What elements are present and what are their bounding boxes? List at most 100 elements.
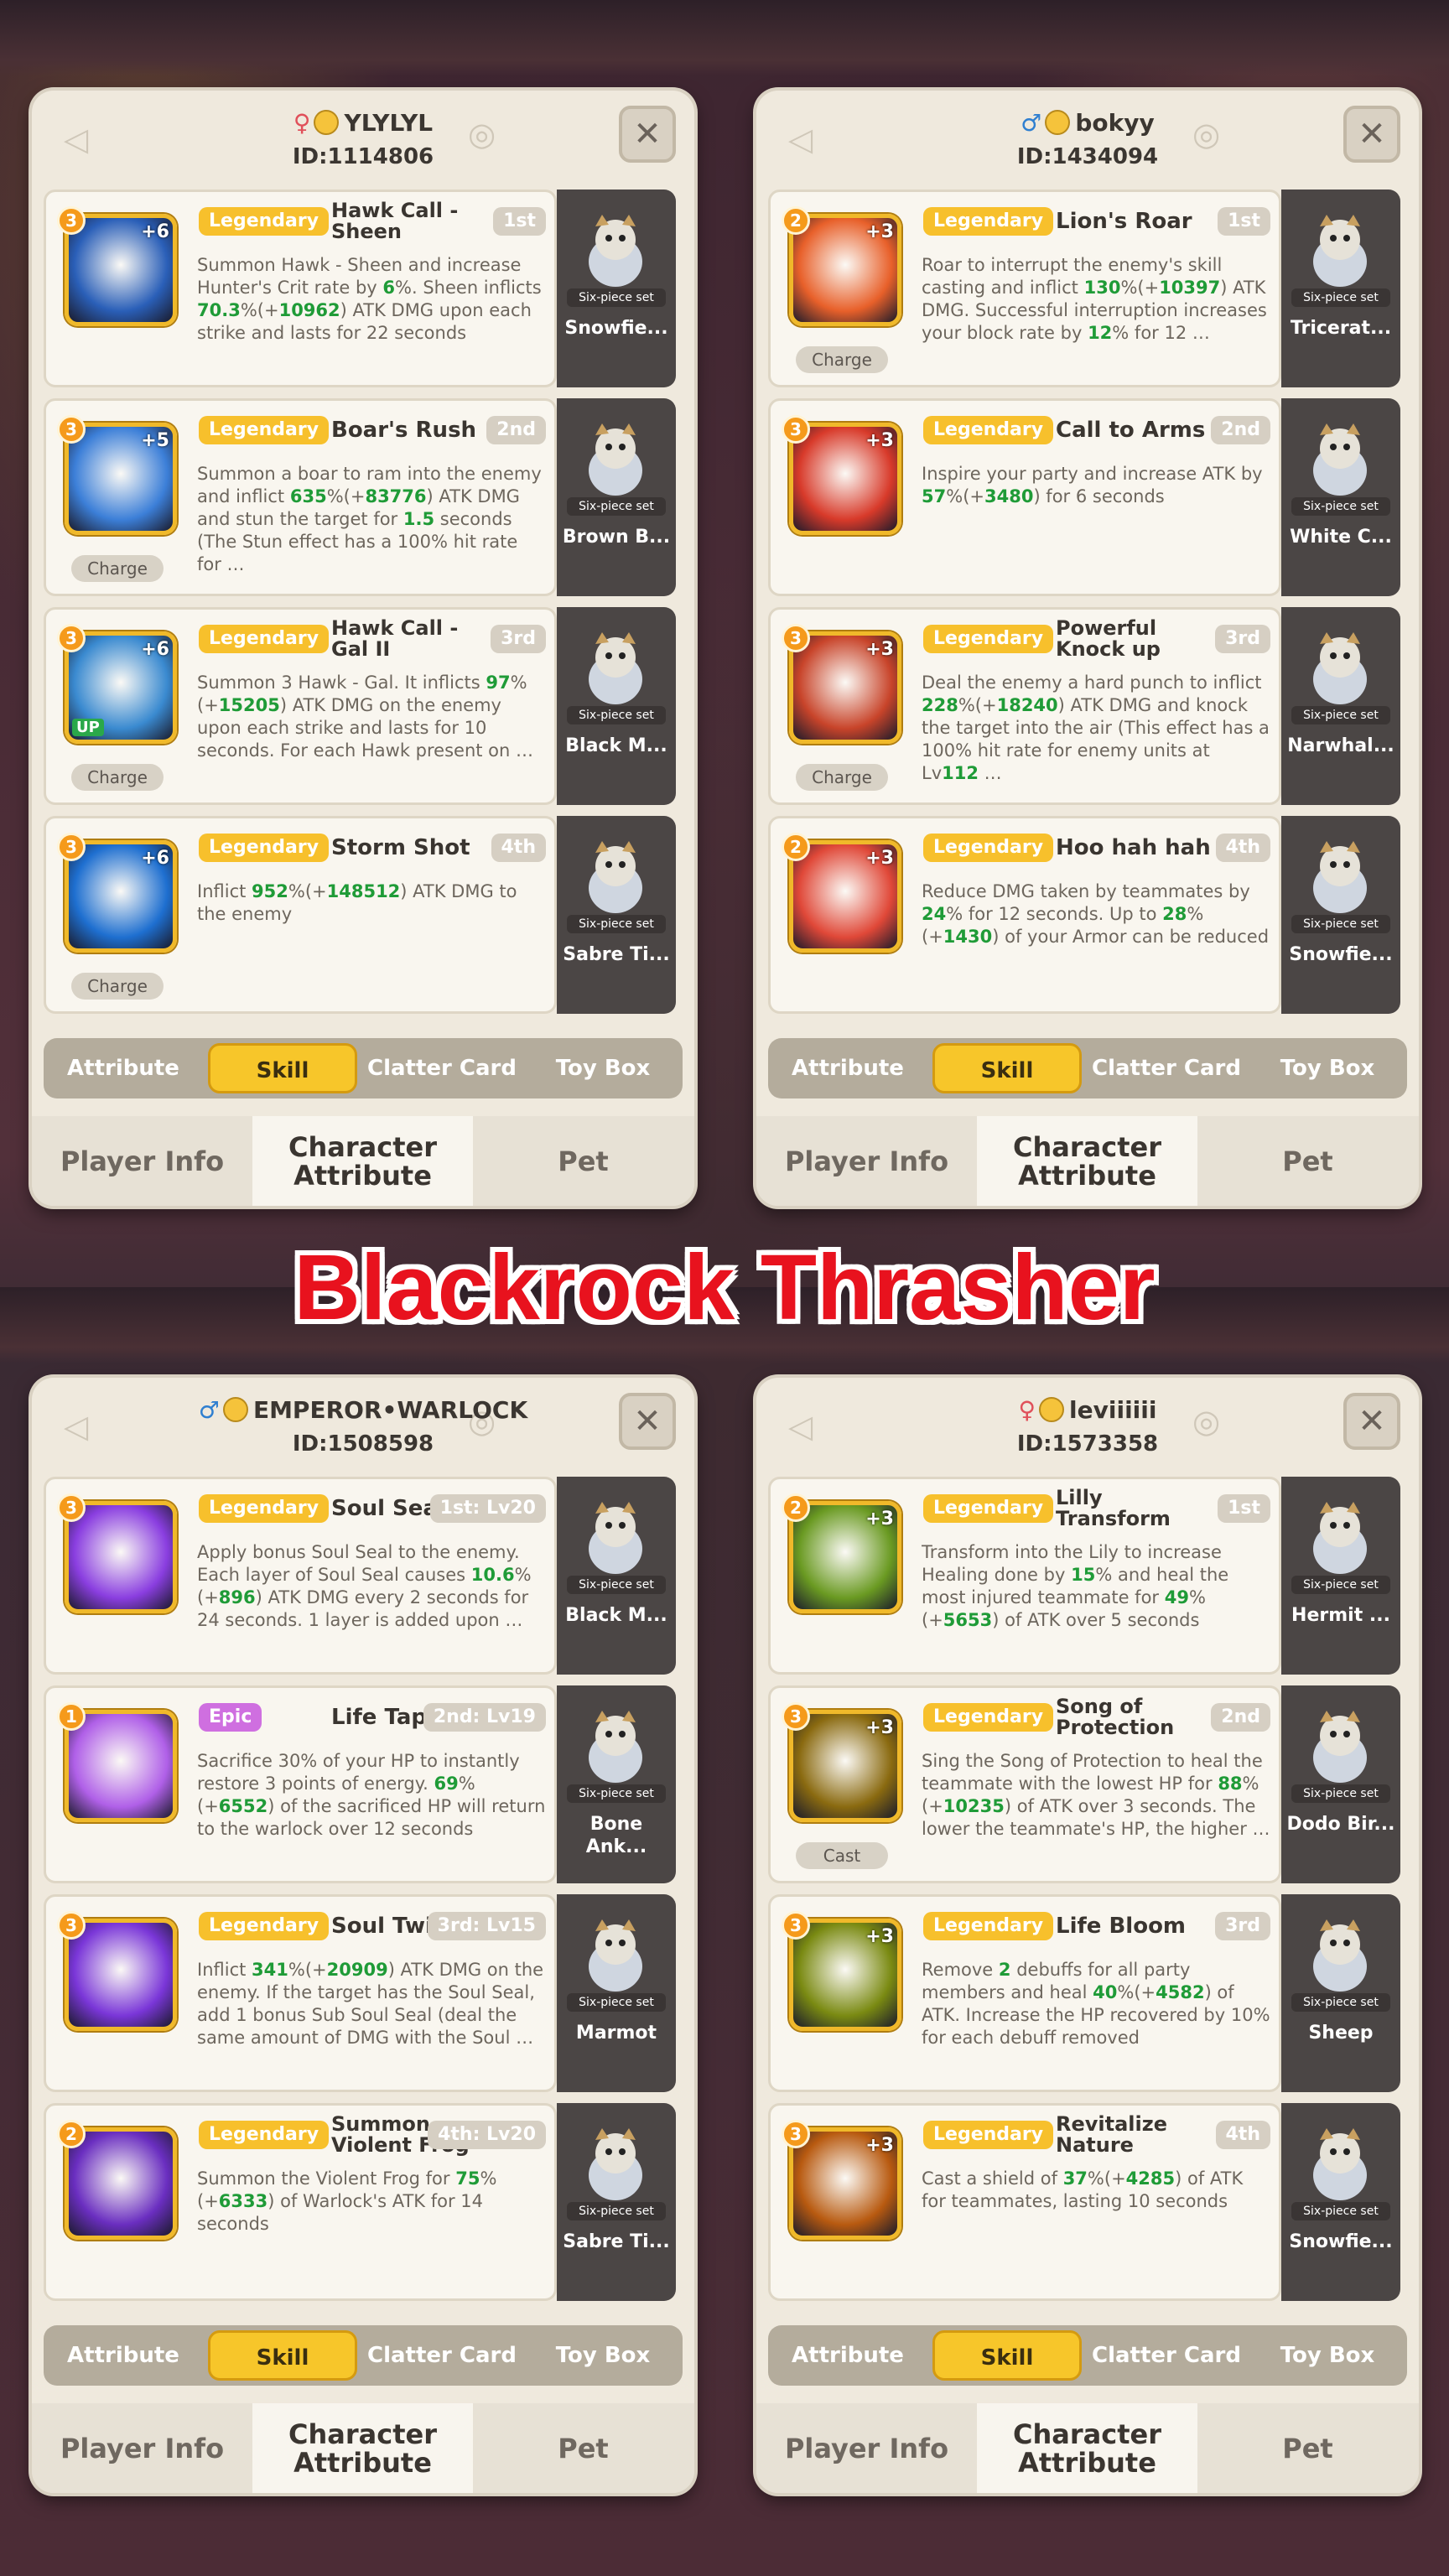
pet-slot[interactable]: Six-piece set White C... — [1281, 398, 1400, 596]
skill-card[interactable]: 2 +3 Legendary Hoo hah hah 4th Reduce DM… — [768, 816, 1281, 1014]
skill-row[interactable]: 2 +3 Legendary Hoo hah hah 4th Reduce DM… — [768, 816, 1407, 1014]
tab-skill[interactable]: Skill — [932, 2330, 1082, 2381]
skill-row[interactable]: 3 +3 Legendary Life Bloom 3rd Remove 2 d… — [768, 1894, 1407, 2092]
desc-text: Deal the enemy a hard punch to inflict — [922, 673, 1262, 693]
skill-card[interactable]: 3 +3 Legendary Call to Arms 2nd Inspire … — [768, 398, 1281, 596]
tab-player-info[interactable]: Player Info — [756, 1116, 977, 1206]
skill-row[interactable]: 3 +3 Charge Legendary Powerful Knock up … — [768, 607, 1407, 805]
tab-pet[interactable]: Pet — [1197, 1116, 1418, 1206]
pet-slot[interactable]: Six-piece set Narwhal... — [1281, 607, 1400, 805]
skill-name: Hawk Call - Gal II — [331, 616, 459, 661]
pet-slot[interactable]: Six-piece set Marmot — [557, 1894, 676, 2092]
close-button[interactable]: ✕ — [619, 1393, 676, 1450]
tab-attribute[interactable]: Attribute — [768, 2325, 927, 2386]
tab-character-attribute[interactable]: Character Attribute — [252, 2403, 473, 2493]
highlight-value: 18240 — [996, 695, 1058, 715]
pet-slot[interactable]: Six-piece set Sabre Ti... — [557, 2103, 676, 2301]
skill-row[interactable]: 3 +3 Cast Legendary Song of Protection 2… — [768, 1685, 1407, 1883]
skill-card[interactable]: 3 +3 Legendary Life Bloom 3rd Remove 2 d… — [768, 1894, 1281, 2092]
skill-row[interactable]: 1 Epic Life Tap 2nd: Lv19 Sacrifice 30% … — [44, 1685, 683, 1883]
pet-slot[interactable]: Six-piece set Bone Ank... — [557, 1685, 676, 1883]
skill-row[interactable]: 3 Legendary Soul Twins 3rd: Lv15 Inflict… — [44, 1894, 683, 2092]
tab-character-attribute[interactable]: Character Attribute — [252, 1116, 473, 1206]
close-button[interactable]: ✕ — [1343, 1393, 1400, 1450]
tab-character-attribute[interactable]: Character Attribute — [977, 2403, 1197, 2493]
tab-character-attribute[interactable]: Character Attribute — [977, 1116, 1197, 1206]
skill-row[interactable]: 2 Legendary Summon Violent Frog 4th: Lv2… — [44, 2103, 683, 2301]
skill-row[interactable]: 3 +6 Charge Legendary Storm Shot 4th Inf… — [44, 816, 683, 1014]
skill-row[interactable]: 3 +5 Charge Legendary Boar's Rush 2nd Su… — [44, 398, 683, 596]
skill-type-chip: Charge — [796, 346, 888, 373]
skill-row[interactable]: 2 +3 Charge Legendary Lion's Roar 1st Ro… — [768, 190, 1407, 387]
skill-plus-level: +5 — [141, 430, 169, 451]
tab-player-info[interactable]: Player Info — [756, 2403, 977, 2493]
skill-card[interactable]: 3 Legendary Soul Twins 3rd: Lv15 Inflict… — [44, 1894, 557, 2092]
skill-row[interactable]: 2 +3 Legendary Lilly Transform 1st Trans… — [768, 1477, 1407, 1675]
tab-skill[interactable]: Skill — [208, 2330, 357, 2381]
skill-rank-badge: 1st — [493, 207, 546, 236]
skill-row[interactable]: 3 +3 Legendary Call to Arms 2nd Inspire … — [768, 398, 1407, 596]
highlight-value: 228 — [922, 695, 958, 715]
pet-slot[interactable]: Six-piece set Sheep — [1281, 1894, 1400, 2092]
skill-card[interactable]: 3 Legendary Soul Seal 1st: Lv20 Apply bo… — [44, 1477, 557, 1675]
pet-slot[interactable]: Six-piece set Dodo Bir... — [1281, 1685, 1400, 1883]
skill-row[interactable]: 3 +6 Legendary Hawk Call - Sheen 1st Sum… — [44, 190, 683, 387]
skill-card[interactable]: 3 +6 Charge Legendary Storm Shot 4th Inf… — [44, 816, 557, 1014]
skill-plus-level: +3 — [865, 430, 894, 451]
player-panel: ◁ ◎ ♀ YLYLYL ID:1114806 ✕ 3 +6 Legendary … — [32, 91, 694, 1206]
pet-slot[interactable]: Six-piece set Snowfie... — [1281, 2103, 1400, 2301]
skill-card[interactable]: 3 +3 Legendary Revitalize Nature 4th Cas… — [768, 2103, 1281, 2301]
skill-card[interactable]: 3 +6 UP Charge Legendary Hawk Call - Gal… — [44, 607, 557, 805]
tab-player-info[interactable]: Player Info — [32, 2403, 252, 2493]
skill-card[interactable]: 2 +3 Legendary Lilly Transform 1st Trans… — [768, 1477, 1281, 1675]
pet-slot[interactable]: Six-piece set Tricerat... — [1281, 190, 1400, 387]
close-icon: ✕ — [1358, 115, 1386, 153]
tab-clatter-card[interactable]: Clatter Card — [1087, 2325, 1246, 2386]
tab-toy-box[interactable]: Toy Box — [523, 1038, 683, 1098]
tab-skill[interactable]: Skill — [932, 1043, 1082, 1093]
tab-toy-box[interactable]: Toy Box — [1248, 2325, 1407, 2386]
tab-toy-box[interactable]: Toy Box — [1248, 1038, 1407, 1098]
pet-slot[interactable]: Six-piece set Hermit ... — [1281, 1477, 1400, 1675]
close-button[interactable]: ✕ — [1343, 106, 1400, 163]
tab-attribute[interactable]: Attribute — [768, 1038, 927, 1098]
close-button[interactable]: ✕ — [619, 106, 676, 163]
tab-clatter-card[interactable]: Clatter Card — [362, 1038, 522, 1098]
skill-type-chip: Charge — [71, 555, 164, 582]
pet-slot[interactable]: Six-piece set Black M... — [557, 1477, 676, 1675]
skill-card[interactable]: 1 Epic Life Tap 2nd: Lv19 Sacrifice 30% … — [44, 1685, 557, 1883]
skill-card[interactable]: 3 +6 Legendary Hawk Call - Sheen 1st Sum… — [44, 190, 557, 387]
tab-pet[interactable]: Pet — [473, 2403, 693, 2493]
pet-slot[interactable]: Six-piece set Snowfie... — [557, 190, 676, 387]
skill-card[interactable]: 2 Legendary Summon Violent Frog 4th: Lv2… — [44, 2103, 557, 2301]
pet-name: Sabre Ti... — [563, 944, 670, 965]
skill-icon: 3 +6 — [57, 206, 177, 326]
skill-card[interactable]: 2 +3 Charge Legendary Lion's Roar 1st Ro… — [768, 190, 1281, 387]
tab-toy-box[interactable]: Toy Box — [523, 2325, 683, 2386]
skill-name: Lion's Roar — [1056, 209, 1192, 234]
skill-level-badge: 3 — [782, 624, 810, 652]
tab-attribute[interactable]: Attribute — [44, 1038, 203, 1098]
skill-card[interactable]: 3 +5 Charge Legendary Boar's Rush 2nd Su… — [44, 398, 557, 596]
skill-card[interactable]: 3 +3 Charge Legendary Powerful Knock up … — [768, 607, 1281, 805]
skill-list: 3 +6 Legendary Hawk Call - Sheen 1st Sum… — [44, 190, 683, 1025]
tab-player-info[interactable]: Player Info — [32, 1116, 252, 1206]
tab-clatter-card[interactable]: Clatter Card — [362, 2325, 522, 2386]
skill-row[interactable]: 3 +6 UP Charge Legendary Hawk Call - Gal… — [44, 607, 683, 805]
pet-slot[interactable]: Six-piece set Black M... — [557, 607, 676, 805]
pet-slot[interactable]: Six-piece set Sabre Ti... — [557, 816, 676, 1014]
skill-type-chip: Charge — [71, 973, 164, 1000]
pet-slot[interactable]: Six-piece set Snowfie... — [1281, 816, 1400, 1014]
skill-card[interactable]: 3 +3 Cast Legendary Song of Protection 2… — [768, 1685, 1281, 1883]
highlight-value: 635 — [289, 486, 327, 506]
skill-icon: 2 +3 — [782, 1493, 901, 1613]
tab-pet[interactable]: Pet — [473, 1116, 693, 1206]
tab-skill[interactable]: Skill — [208, 1043, 357, 1093]
skill-row[interactable]: 3 +3 Legendary Revitalize Nature 4th Cas… — [768, 2103, 1407, 2301]
tab-pet[interactable]: Pet — [1197, 2403, 1418, 2493]
desc-text: % for 12 … — [1112, 323, 1210, 343]
pet-slot[interactable]: Six-piece set Brown B... — [557, 398, 676, 596]
tab-attribute[interactable]: Attribute — [44, 2325, 203, 2386]
skill-row[interactable]: 3 Legendary Soul Seal 1st: Lv20 Apply bo… — [44, 1477, 683, 1675]
tab-clatter-card[interactable]: Clatter Card — [1087, 1038, 1246, 1098]
